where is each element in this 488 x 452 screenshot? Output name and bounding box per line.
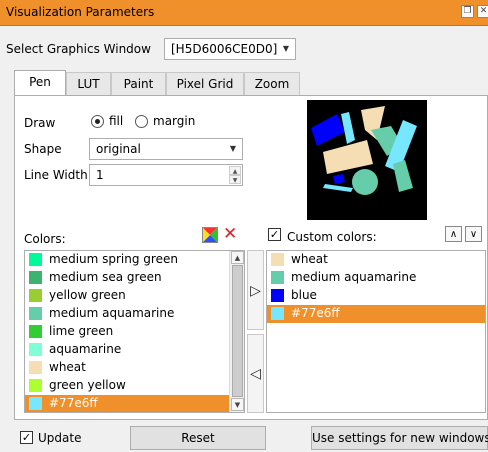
shape-label: Shape — [24, 142, 62, 156]
triangle-right-icon: ▷ — [250, 283, 261, 299]
color-swatch — [29, 379, 42, 392]
color-swatch — [271, 289, 284, 302]
list-item-label: blue — [291, 288, 317, 302]
custom-colors-label: Custom colors: — [287, 230, 377, 244]
list-item-label: medium sea green — [49, 270, 162, 284]
colors-scrollbar[interactable]: ▲ ▼ — [229, 251, 244, 412]
preview-shapes — [311, 106, 417, 195]
close-icon[interactable]: ✕ — [477, 5, 488, 18]
window-title: Visualization Parameters — [6, 5, 155, 19]
reset-button[interactable]: Reset — [130, 426, 266, 450]
color-swatch — [29, 307, 42, 320]
color-swatch — [29, 253, 42, 266]
list-item-label: medium aquamarine — [291, 270, 417, 284]
list-item-label: wheat — [291, 252, 328, 266]
list-item[interactable]: blue — [269, 287, 485, 305]
move-down-button[interactable]: ∨ — [465, 226, 482, 242]
update-checkbox[interactable]: ✓ — [20, 431, 33, 444]
list-item[interactable]: medium aquamarine — [269, 269, 485, 287]
scroll-thumb[interactable] — [232, 265, 243, 397]
tab-pixel-grid[interactable]: Pixel Grid — [166, 72, 244, 96]
scroll-down-icon[interactable]: ▼ — [231, 398, 244, 411]
shape-preview — [307, 100, 427, 220]
chevron-down-icon: ▼ — [229, 144, 236, 153]
title-bar: Visualization Parameters ❐ ✕ — [0, 0, 488, 26]
color-picker-icon[interactable] — [202, 227, 218, 243]
graphics-window-value: [H5D6006CE0D0] — [171, 42, 278, 56]
color-swatch — [29, 343, 42, 356]
list-item-label: medium spring green — [49, 252, 178, 266]
draw-fill-radio[interactable] — [91, 115, 104, 128]
use-settings-new-windows-button[interactable]: Use settings for new windows — [311, 426, 488, 450]
tab-pen[interactable]: Pen — [14, 70, 66, 96]
delete-color-icon[interactable]: ✕ — [223, 225, 237, 243]
list-item-label: #77e6ff — [49, 396, 98, 410]
line-width-label: Line Width — [24, 168, 88, 182]
list-item-label: yellow green — [49, 288, 126, 302]
draw-fill-label[interactable]: fill — [109, 114, 123, 128]
shape-select[interactable]: original ▼ — [89, 138, 243, 160]
custom-colors-checkbox[interactable]: ✓ — [268, 228, 281, 241]
color-swatch — [271, 271, 284, 284]
color-swatch — [29, 397, 42, 410]
list-item[interactable]: wheat — [27, 359, 244, 377]
list-item[interactable]: aquamarine — [27, 341, 244, 359]
list-item[interactable]: medium aquamarine — [27, 305, 244, 323]
move-up-button[interactable]: ∧ — [445, 226, 462, 242]
list-item-label: medium aquamarine — [49, 306, 175, 320]
graphics-window-select[interactable]: [H5D6006CE0D0] ▼ — [164, 38, 296, 60]
tab-paint[interactable]: Paint — [111, 72, 166, 96]
spin-down-icon[interactable]: ▼ — [229, 175, 241, 184]
color-swatch — [271, 307, 284, 320]
move-left-button[interactable]: ◁ — [247, 334, 264, 413]
restore-icon[interactable]: ❐ — [461, 5, 474, 18]
line-width-value: 1 — [96, 168, 104, 182]
draw-margin-label[interactable]: margin — [153, 114, 195, 128]
update-label: Update — [38, 431, 82, 445]
list-item-selected[interactable]: #77e6ff — [267, 305, 485, 323]
spin-up-icon[interactable]: ▲ — [229, 166, 241, 175]
list-item[interactable]: green yellow — [27, 377, 244, 395]
chevron-down-icon: ▼ — [282, 44, 289, 53]
list-item[interactable]: yellow green — [27, 287, 244, 305]
graphics-window-label: Select Graphics Window — [6, 42, 151, 56]
list-item[interactable]: medium spring green — [27, 251, 244, 269]
list-item-label: green yellow — [49, 378, 126, 392]
colors-label: Colors: — [24, 232, 66, 246]
list-item-selected[interactable]: #77e6ff — [25, 395, 230, 412]
draw-margin-radio[interactable] — [135, 115, 148, 128]
triangle-left-icon: ◁ — [250, 366, 261, 382]
chevron-down-icon: ∨ — [469, 229, 478, 240]
chevron-up-icon: ∧ — [449, 229, 458, 240]
list-item-label: lime green — [49, 324, 114, 338]
color-swatch — [29, 289, 42, 302]
list-item-label: wheat — [49, 360, 86, 374]
list-item-label: #77e6ff — [291, 306, 340, 320]
list-item[interactable]: lime green — [27, 323, 244, 341]
color-swatch — [29, 361, 42, 374]
move-right-button[interactable]: ▷ — [247, 250, 264, 330]
color-swatch — [29, 325, 42, 338]
tab-lut[interactable]: LUT — [66, 72, 111, 96]
custom-colors-list[interactable]: wheat medium aquamarine blue #77e6ff — [266, 250, 486, 413]
color-swatch — [29, 271, 42, 284]
list-item[interactable]: wheat — [269, 251, 485, 269]
tab-zoom[interactable]: Zoom — [244, 72, 300, 96]
color-swatch — [271, 253, 284, 266]
line-width-spinbox[interactable]: 1 ▲ ▼ — [89, 164, 243, 186]
scroll-up-icon[interactable]: ▲ — [231, 251, 244, 264]
colors-list[interactable]: medium spring green medium sea green yel… — [24, 250, 245, 413]
list-item-label: aquamarine — [49, 342, 122, 356]
list-item[interactable]: medium sea green — [27, 269, 244, 287]
shape-value: original — [96, 142, 141, 156]
draw-label: Draw — [24, 116, 56, 130]
